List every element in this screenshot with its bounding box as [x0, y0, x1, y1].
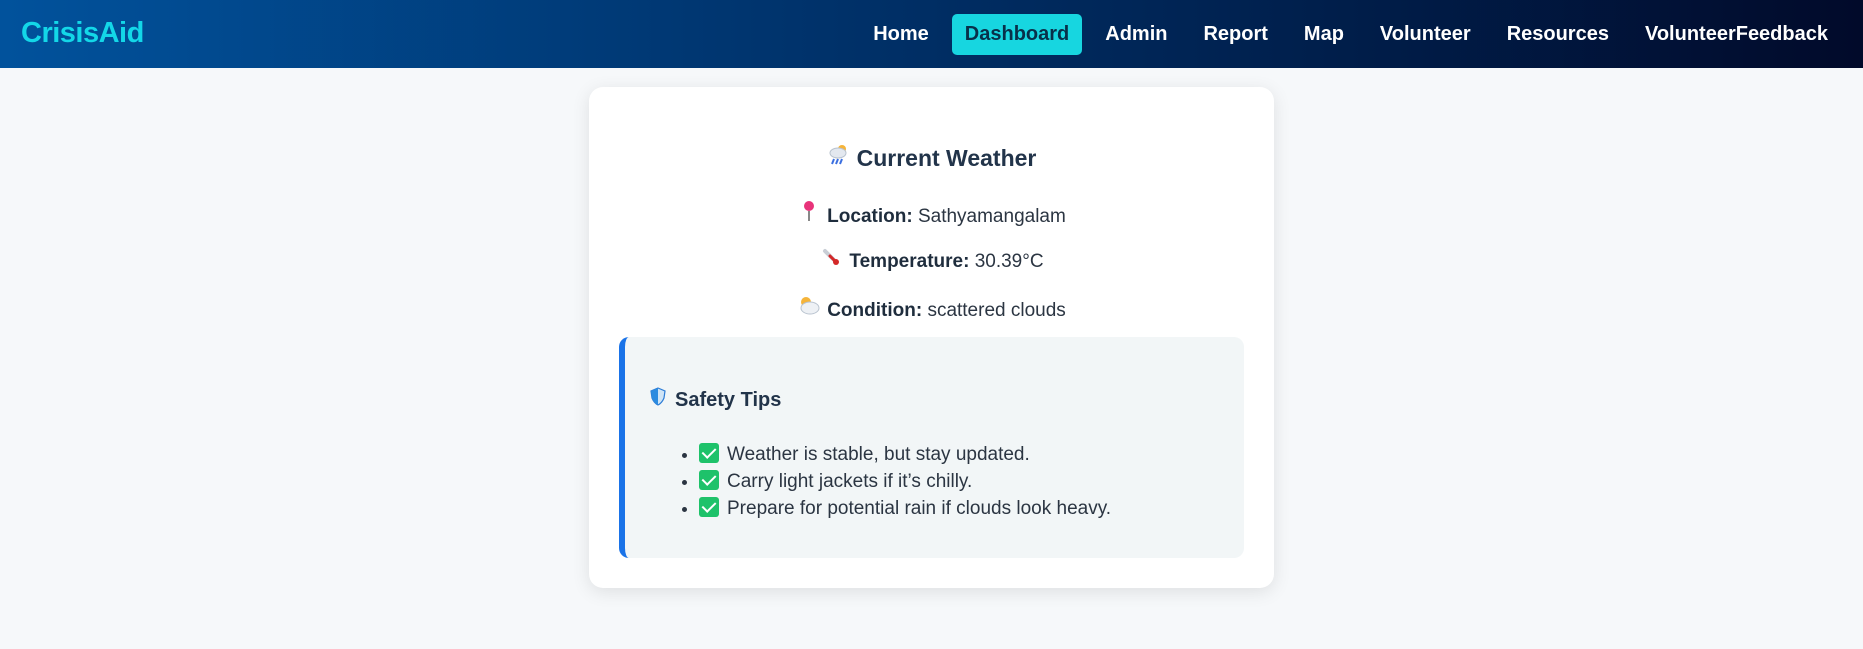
safety-tips-list: Weather is stable, but stay updated. Car…	[699, 441, 1111, 522]
temperature-line: Temperature: 30.39°C	[589, 247, 1274, 273]
nav-dashboard[interactable]: Dashboard	[951, 14, 1083, 55]
thermometer-icon	[819, 247, 843, 273]
condition-label: Condition:	[827, 300, 923, 321]
partly-cloudy-icon	[797, 294, 821, 322]
condition-line: Condition: scattered clouds	[589, 294, 1274, 322]
nav-map[interactable]: Map	[1291, 14, 1357, 55]
weather-card: Current Weather Location: Sathyamangalam…	[589, 87, 1274, 588]
nav-home[interactable]: Home	[860, 14, 942, 55]
check-icon	[699, 470, 719, 490]
check-icon	[699, 443, 719, 463]
rain-cloud-icon	[827, 142, 851, 172]
pin-icon	[797, 200, 821, 228]
tip-text: Carry light jackets if it’s chilly.	[727, 471, 973, 492]
list-item: Carry light jackets if it’s chilly.	[699, 468, 1111, 495]
nav-links: Home Dashboard Admin Report Map Voluntee…	[860, 14, 1841, 55]
weather-title-text: Current Weather	[856, 145, 1037, 171]
navbar: CrisisAid Home Dashboard Admin Report Ma…	[0, 0, 1863, 68]
location-line: Location: Sathyamangalam	[589, 200, 1274, 228]
shield-icon	[649, 387, 667, 412]
nav-resources[interactable]: Resources	[1494, 14, 1622, 55]
nav-admin[interactable]: Admin	[1092, 14, 1180, 55]
safety-tips-title: Safety Tips	[649, 387, 781, 412]
condition-value: scattered clouds	[927, 300, 1066, 321]
location-value: Sathyamangalam	[917, 206, 1066, 227]
nav-volunteer[interactable]: Volunteer	[1367, 14, 1484, 55]
weather-title: Current Weather	[589, 142, 1274, 172]
safety-tips-panel: Safety Tips Weather is stable, but stay …	[619, 337, 1244, 558]
tip-text: Weather is stable, but stay updated.	[727, 444, 1030, 465]
temperature-value: 30.39°C	[974, 251, 1044, 272]
location-label: Location:	[827, 206, 913, 227]
check-icon	[699, 497, 719, 517]
nav-volunteer-feedback[interactable]: VolunteerFeedback	[1632, 14, 1841, 55]
brand-logo[interactable]: CrisisAid	[21, 17, 144, 50]
list-item: Prepare for potential rain if clouds loo…	[699, 495, 1111, 522]
nav-report[interactable]: Report	[1190, 14, 1280, 55]
list-item: Weather is stable, but stay updated.	[699, 441, 1111, 468]
temperature-label: Temperature:	[849, 251, 970, 272]
safety-tips-title-text: Safety Tips	[675, 389, 782, 411]
tip-text: Prepare for potential rain if clouds loo…	[727, 498, 1112, 519]
